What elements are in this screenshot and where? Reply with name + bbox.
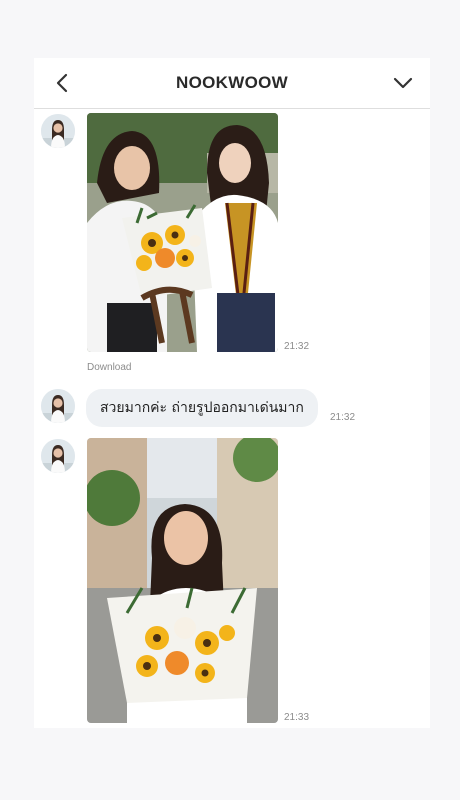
shared-photo[interactable]	[87, 113, 278, 352]
chat-title: NOOKWOOW	[176, 73, 288, 92]
avatar[interactable]	[41, 389, 75, 423]
avatar[interactable]	[41, 114, 75, 148]
message-time: 21:33	[284, 712, 310, 723]
shared-photo[interactable]	[87, 438, 278, 723]
back-button[interactable]	[50, 70, 76, 96]
photo-graduation-two-women	[87, 113, 278, 352]
avatar-image	[41, 114, 75, 148]
message-bubble[interactable]: สวยมากค่ะ ถ่ายรูปออกมาเด่นมาก	[86, 389, 318, 427]
message-time: 21:32	[284, 341, 310, 352]
chevron-left-icon	[56, 73, 68, 93]
avatar[interactable]	[41, 439, 75, 473]
avatar-image	[41, 439, 75, 473]
message-time: 21:32	[330, 412, 356, 423]
chat-header: NOOKWOOW	[34, 58, 430, 109]
chevron-down-icon	[393, 77, 413, 89]
avatar-image	[41, 389, 75, 423]
menu-button[interactable]	[390, 70, 416, 96]
download-link[interactable]: Download	[87, 362, 131, 373]
photo-woman-with-bouquet	[87, 438, 278, 723]
